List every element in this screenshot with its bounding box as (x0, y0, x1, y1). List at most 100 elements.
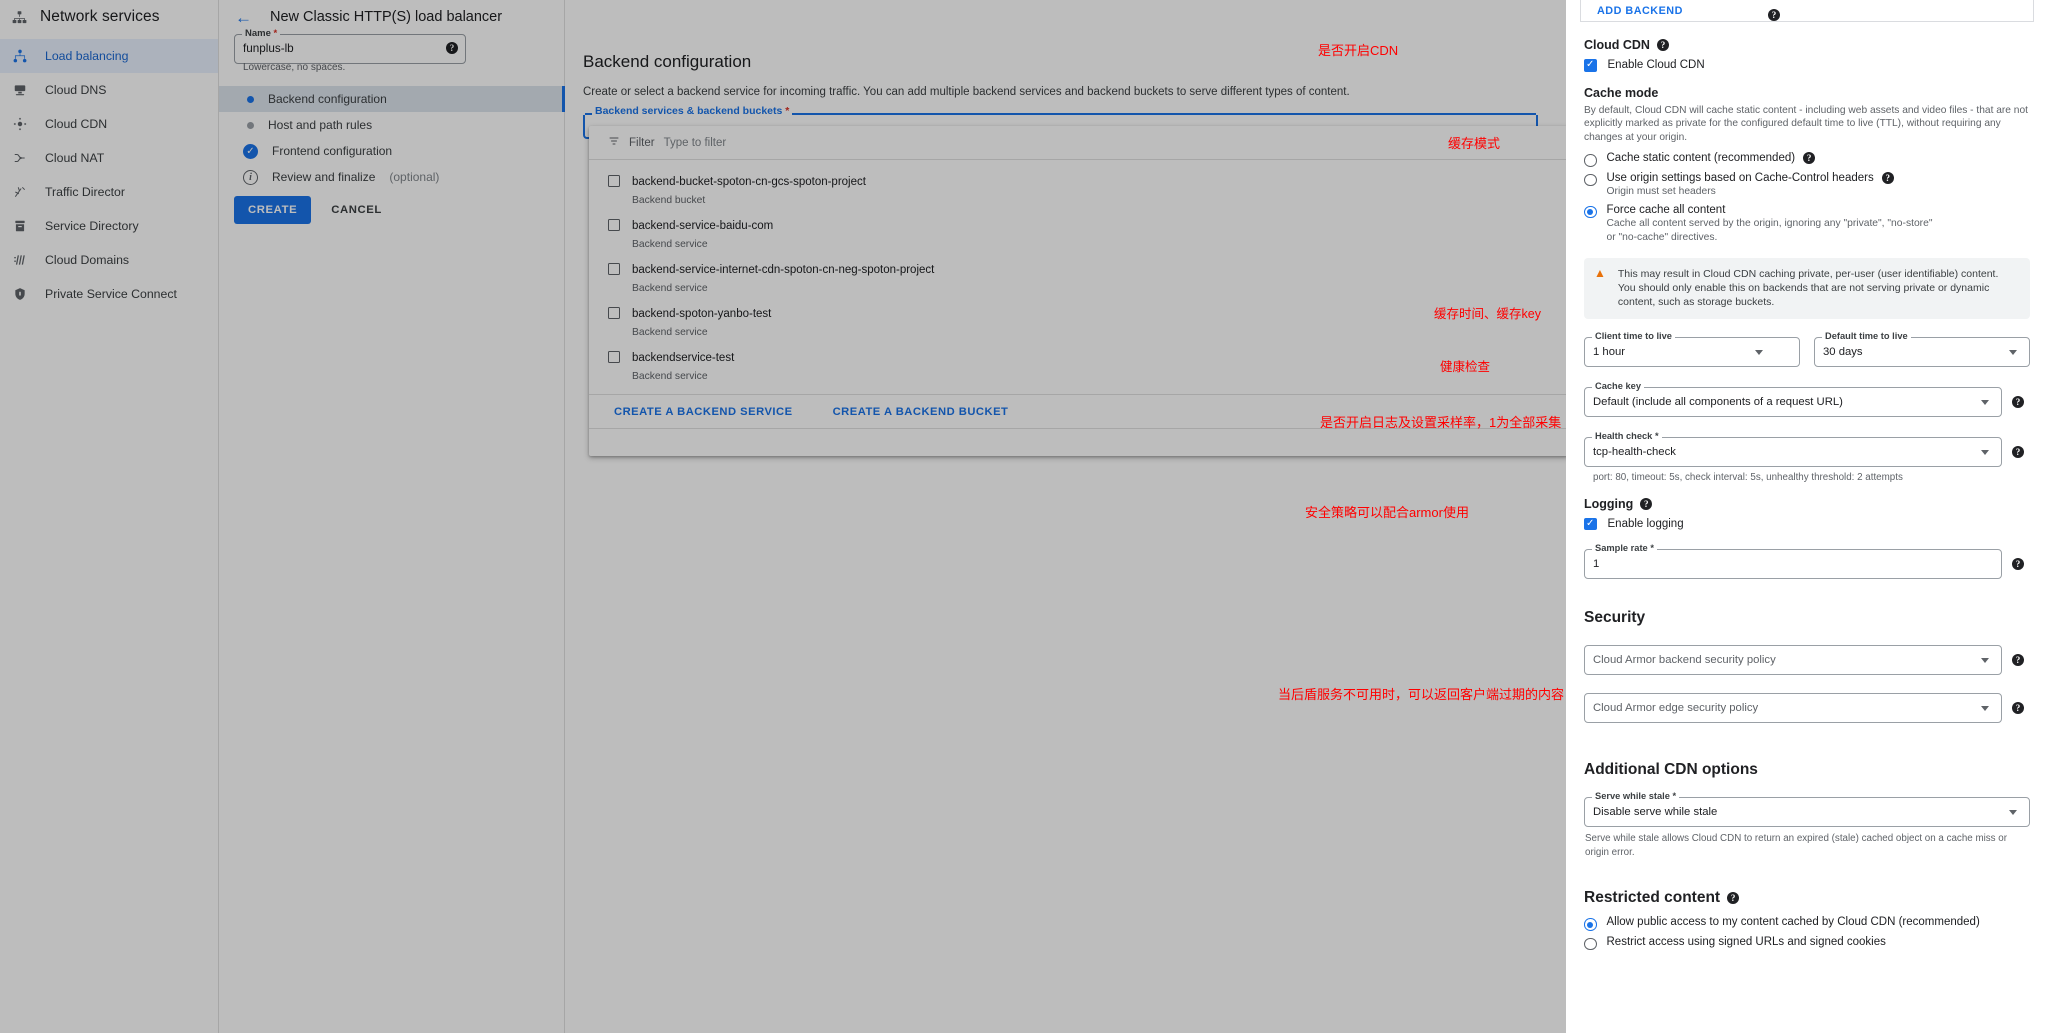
radio-button[interactable] (1584, 205, 1597, 218)
cloud-cdn-heading-row: Cloud CDN ? (1584, 38, 2030, 52)
cloud-armor-edge-policy-field[interactable]: Cloud Armor edge security policy (1584, 693, 2002, 724)
enable-cloud-cdn-label: Enable Cloud CDN (1607, 59, 1705, 72)
list-item[interactable]: backend-bucket-spoton-cn-gcs-spoton-proj… (589, 168, 1569, 212)
add-backend-bar: ADD BACKEND (1580, 0, 2034, 22)
name-field-hint: Lowercase, no spaces. (243, 62, 346, 73)
option-label: Force cache all content (1606, 203, 1726, 216)
sidebar-item-cloud-dns[interactable]: Cloud DNS (0, 73, 218, 107)
client-ttl-label: Client time to live (1592, 330, 1675, 341)
help-icon[interactable]: ? (1803, 152, 1816, 164)
enable-logging-row[interactable]: ✓ Enable logging (1584, 517, 2030, 531)
sidebar-item-cloud-domains[interactable]: Cloud Domains (0, 243, 218, 277)
cache-mode-option-origin[interactable]: Use origin settings based on Cache-Contr… (1584, 171, 2030, 199)
network-services-icon (10, 10, 28, 25)
serve-while-stale-value: Disable serve while stale (1593, 806, 1718, 819)
radio-button[interactable] (1584, 918, 1597, 931)
step-review-and-finalize[interactable]: i Review and finalize (optional) (219, 164, 565, 190)
restricted-content-section: Restricted content ? Allow public access… (1584, 889, 2030, 951)
cache-mode-heading: Cache mode (1584, 85, 1659, 100)
backend-services-dropdown[interactable]: Filter Type to filter backend-bucket-spo… (589, 126, 1569, 456)
step-host-and-path-rules[interactable]: Host and path rules (219, 112, 565, 138)
chevron-down-icon[interactable] (2009, 349, 2017, 355)
checkbox[interactable]: ✓ (1584, 59, 1597, 72)
logging-heading: Logging (1584, 496, 1634, 511)
checkbox[interactable] (608, 351, 620, 363)
help-icon[interactable]: ? (1727, 892, 1740, 905)
help-icon[interactable]: ? (1656, 39, 1669, 51)
dropdown-filter-row[interactable]: Filter Type to filter (589, 126, 1569, 160)
help-icon[interactable]: ? (2012, 395, 2024, 408)
cache-key-wrap: Cache key Default (include all component… (1584, 380, 2024, 417)
option-label-row: Cache static content (recommended) ? (1607, 152, 1816, 164)
step-frontend-configuration[interactable]: ✓ Frontend configuration (219, 138, 565, 164)
chevron-down-icon[interactable] (1981, 399, 1989, 405)
list-item[interactable]: backend-spoton-yanbo-test Backend servic… (589, 300, 1569, 344)
radio-button[interactable] (1584, 937, 1597, 951)
filter-input[interactable]: Type to filter (664, 137, 727, 149)
sidebar-item-label: Cloud Domains (45, 253, 130, 267)
chevron-down-icon[interactable] (1981, 449, 1989, 455)
create-backend-service-button[interactable]: CREATE A BACKEND SERVICE (608, 405, 799, 419)
sidebar-item-cloud-nat[interactable]: Cloud NAT (0, 141, 218, 175)
sample-rate-field[interactable]: Sample rate * 1 (1584, 543, 2002, 580)
list-item[interactable]: backendservice-test Backend service (589, 344, 1569, 388)
checkbox[interactable]: ✓ (1584, 517, 1597, 531)
help-icon[interactable]: ? (2012, 445, 2024, 458)
help-icon[interactable]: ? (1768, 9, 1780, 21)
serve-while-stale-field[interactable]: Serve while stale * Disable serve while … (1584, 791, 2030, 828)
restricted-option-allow-public[interactable]: Allow public access to my content cached… (1584, 916, 2030, 931)
radio-button[interactable] (1584, 154, 1597, 167)
checkbox[interactable] (608, 263, 620, 275)
serve-while-stale-wrap: Serve while stale * Disable serve while … (1584, 791, 2030, 859)
checkbox[interactable] (608, 175, 620, 187)
add-backend-button[interactable]: ADD BACKEND (1597, 5, 1683, 17)
sidebar-item-load-balancing[interactable]: Load balancing (0, 39, 218, 73)
radio-button[interactable] (1584, 173, 1597, 186)
sidebar-item-label: Cloud DNS (45, 83, 107, 97)
cache-key-value: Default (include all components of a req… (1593, 395, 1843, 408)
help-icon[interactable]: ? (1881, 171, 1894, 184)
create-button[interactable]: CREATE (234, 196, 312, 224)
sidebar-item-traffic-director[interactable]: Traffic Director (0, 175, 218, 209)
chevron-down-icon[interactable] (2009, 810, 2017, 816)
option-name: backendservice-test (632, 352, 735, 364)
cache-mode-option-force[interactable]: Force cache all content Cache all conten… (1584, 204, 2030, 245)
help-icon[interactable]: ? (1640, 497, 1653, 510)
cloud-armor-backend-policy-field[interactable]: Cloud Armor backend security policy (1584, 645, 2002, 676)
sidebar-item-private-service-connect[interactable]: Private Service Connect (0, 277, 218, 311)
sample-rate-wrap: Sample rate * 1 ? (1584, 543, 2024, 580)
health-check-field[interactable]: Health check * tcp-health-check (1584, 430, 2002, 467)
sidebar-item-cloud-cdn[interactable]: Cloud CDN (0, 107, 218, 141)
step-backend-configuration[interactable]: Backend configuration (219, 86, 565, 112)
create-backend-bucket-button[interactable]: CREATE A BACKEND BUCKET (827, 405, 1015, 419)
cancel-button[interactable]: CANCEL (321, 196, 392, 224)
checkbox[interactable] (608, 307, 620, 319)
security-heading: Security (1584, 609, 1646, 627)
chevron-down-icon[interactable] (1981, 658, 1989, 664)
restricted-option-signed-urls[interactable]: Restrict access using signed URLs and si… (1584, 936, 2030, 951)
client-ttl-field[interactable]: Client time to live 1 hour (1584, 330, 1800, 367)
cache-mode-option-static[interactable]: Cache static content (recommended) ? (1584, 152, 2030, 167)
sidebar-item-service-directory[interactable]: Service Directory (0, 209, 218, 243)
wizard-steps: Backend configuration Host and path rule… (219, 86, 565, 190)
help-icon[interactable]: ? (2012, 654, 2024, 667)
list-item[interactable]: backend-service-internet-cdn-spoton-cn-n… (589, 256, 1569, 300)
arrow-left-icon[interactable]: ← (235, 9, 252, 26)
option-type: Backend service (632, 371, 708, 382)
list-item[interactable]: backend-service-baidu-com Backend servic… (589, 212, 1569, 256)
chevron-down-icon[interactable] (1755, 349, 1763, 355)
help-icon[interactable]: ? (2012, 702, 2024, 715)
cache-key-field[interactable]: Cache key Default (include all component… (1584, 380, 2002, 417)
option-sublabel: Origin must set headers (1606, 185, 1716, 197)
additional-cdn-section: Additional CDN options Serve while stale… (1584, 761, 2030, 859)
help-icon[interactable]: ? (446, 42, 458, 54)
name-field[interactable]: Name * funplus-lb ? (234, 28, 466, 64)
default-ttl-field[interactable]: Default time to live 30 days (1814, 330, 2030, 367)
wizard-actions: CREATE CANCEL (234, 196, 392, 224)
sample-rate-value: 1 (1593, 558, 1600, 571)
checkbox[interactable] (608, 219, 620, 231)
name-field-label: Name * (242, 28, 281, 39)
help-icon[interactable]: ? (2012, 558, 2024, 571)
chevron-down-icon[interactable] (1981, 706, 1989, 712)
enable-cloud-cdn-row[interactable]: ✓ Enable Cloud CDN (1584, 59, 2030, 72)
